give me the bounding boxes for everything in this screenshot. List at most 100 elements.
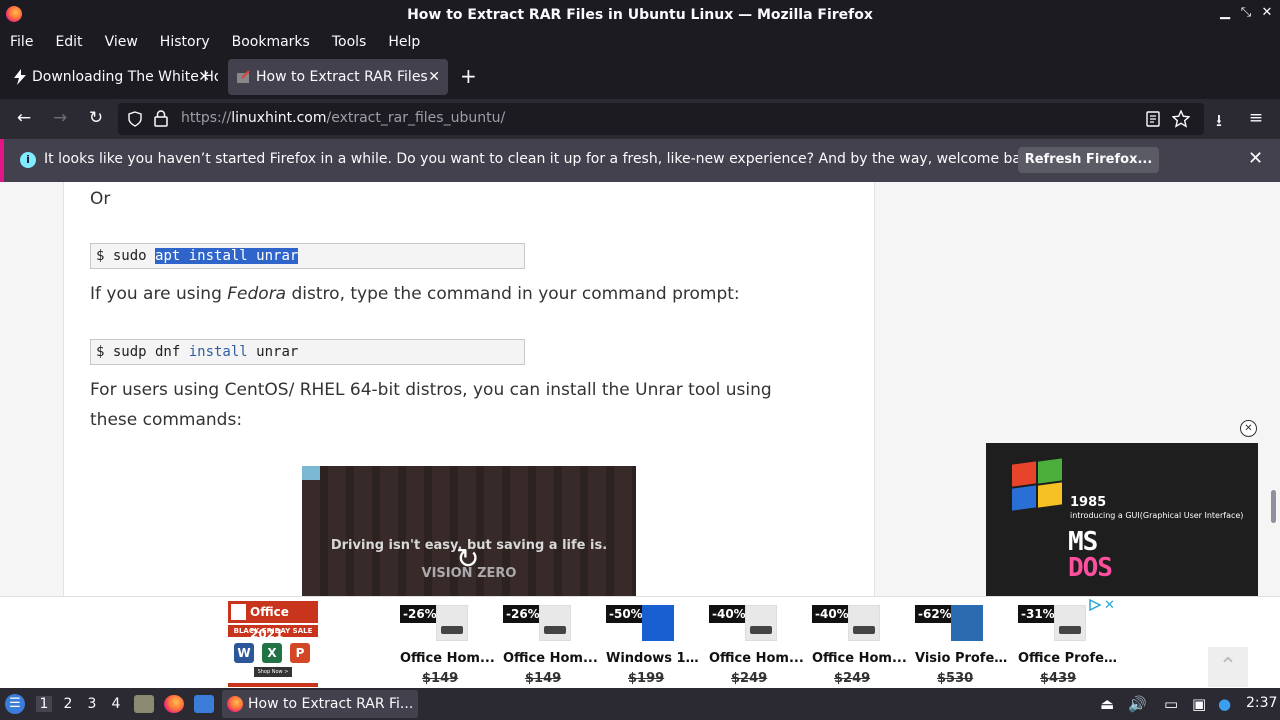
tab-downloading[interactable]: Downloading The White Ho ✕ <box>4 59 218 95</box>
product-tile[interactable]: -26% Office Hom... $149 <box>503 601 603 687</box>
ad-corner-badge <box>302 466 320 480</box>
scroll-to-top-button[interactable]: ⌃ <box>1208 647 1248 687</box>
product-tile[interactable]: -50% Windows 11... $199 <box>606 601 706 687</box>
tab-bar: Downloading The White Ho ✕ How to Extrac… <box>0 55 1280 99</box>
navigation-bar: ← → ↻ https://linuxhint.com/extract_rar_… <box>0 99 1280 139</box>
page-scrollbar-thumb[interactable] <box>1271 490 1276 523</box>
discount-badge: -50% <box>606 605 646 623</box>
start-menu-icon[interactable]: ☰ <box>5 694 25 714</box>
new-tab-icon[interactable]: + <box>460 64 477 88</box>
excel-icon: X <box>262 643 282 663</box>
menu-file[interactable]: File <box>10 34 33 50</box>
or-text: Or <box>90 189 111 209</box>
menu-view[interactable]: View <box>105 34 138 50</box>
eject-icon[interactable]: ⏏ <box>1100 695 1114 713</box>
tab-extract-rar[interactable]: How to Extract RAR Files ✕ <box>228 59 448 95</box>
url-bar[interactable]: https://linuxhint.com/extract_rar_files_… <box>118 103 1204 135</box>
url-text[interactable]: https://linuxhint.com/extract_rar_files_… <box>181 110 505 126</box>
tab-label: Downloading The White Ho <box>32 69 218 85</box>
menu-help[interactable]: Help <box>388 34 420 50</box>
close-banner-icon[interactable]: ✕ <box>1104 598 1115 613</box>
menu-bar: File Edit View History Bookmarks Tools H… <box>0 29 1280 55</box>
adchoices-icon[interactable] <box>1088 599 1102 611</box>
office-2021-ad[interactable]: Office 2021 BLACK FRIDAY SALE W X P Shop… <box>228 601 318 687</box>
code-prompt: $ sudo <box>96 248 156 264</box>
product-tile[interactable]: -40% Office Hom... $249 <box>812 601 912 687</box>
product-price: $149 <box>525 671 562 686</box>
hamburger-menu-icon[interactable]: ≡ <box>1245 108 1267 128</box>
firefox-logo-icon <box>6 6 22 22</box>
taskbar-firefox-window[interactable]: How to Extract RAR Fi... <box>222 690 418 718</box>
product-name: Windows 11... <box>606 651 706 666</box>
windows-logo-icon <box>1012 458 1064 511</box>
bookmark-star-icon[interactable] <box>1172 110 1190 128</box>
close-tab-icon[interactable]: ✕ <box>198 69 210 85</box>
volume-icon[interactable]: 🔊 <box>1128 695 1147 713</box>
workspace-4[interactable]: 4 <box>108 696 124 712</box>
product-price: $249 <box>731 671 768 686</box>
reader-view-icon[interactable] <box>1146 111 1160 127</box>
forward-icon[interactable]: → <box>49 108 71 128</box>
product-image <box>848 605 880 641</box>
code-block-dnf[interactable]: $ sudp dnf install unrar <box>90 339 525 365</box>
msdos-logo: MS DOS <box>1068 527 1113 583</box>
office-logo-icon <box>231 604 246 620</box>
product-price: $439 <box>1040 671 1077 686</box>
close-window-icon[interactable]: ✕ <box>1258 5 1276 20</box>
file-manager-icon[interactable] <box>134 695 154 713</box>
product-name: Visio Profes... <box>915 651 1015 666</box>
shop-now-button[interactable]: Shop Now > <box>254 667 292 677</box>
replay-icon[interactable]: ↻ <box>456 542 479 575</box>
powerpoint-icon: P <box>290 643 310 663</box>
notification-tray-icon[interactable]: ● <box>1218 695 1231 713</box>
restore-icon[interactable]: ⤡ <box>1237 5 1255 20</box>
product-tile[interactable]: -31% Office Profe... $439 <box>1018 601 1118 687</box>
office-ad-header: Office 2021 <box>228 601 318 641</box>
close-notification-icon[interactable]: ✕ <box>1248 148 1263 169</box>
close-tab-icon[interactable]: ✕ <box>428 69 440 85</box>
video-ad[interactable]: Driving isn't easy, but saving a life is… <box>302 466 636 596</box>
site-favicon-icon <box>237 70 250 83</box>
lock-icon[interactable] <box>154 110 168 127</box>
menu-edit[interactable]: Edit <box>55 34 82 50</box>
reload-icon[interactable]: ↻ <box>85 108 107 128</box>
product-price: $249 <box>834 671 871 686</box>
bottom-banner-ad: Office 2021 BLACK FRIDAY SALE W X P Shop… <box>0 596 1280 688</box>
word-icon: W <box>234 643 254 663</box>
firefox-launcher-icon[interactable] <box>164 695 184 713</box>
fedora-paragraph: If you are using Fedora distro, type the… <box>90 284 740 304</box>
back-icon[interactable]: ← <box>13 108 35 128</box>
product-image <box>539 605 571 641</box>
downloads-icon[interactable]: ⭳ <box>1208 108 1230 137</box>
menu-tools[interactable]: Tools <box>332 34 367 50</box>
shield-icon[interactable] <box>127 111 143 127</box>
clipboard-icon[interactable]: ▭ <box>1164 695 1178 713</box>
refresh-firefox-button[interactable]: Refresh Firefox... <box>1018 147 1159 173</box>
side-video-ad[interactable]: 1985 introducing a GUI(Graphical User In… <box>986 443 1258 596</box>
workspace-2[interactable]: 2 <box>60 696 76 712</box>
workspace-1[interactable]: 1 <box>36 696 52 712</box>
product-name: Office Hom... <box>812 651 907 666</box>
code-block-apt[interactable]: $ sudo apt install unrar <box>90 243 525 269</box>
ad-intro: introducing a GUI(Graphical User Interfa… <box>1070 511 1244 520</box>
ad-red-strip <box>228 683 318 687</box>
workspace-3[interactable]: 3 <box>84 696 100 712</box>
notification-message: It looks like you haven’t started Firefo… <box>44 151 1043 167</box>
product-name: Office Hom... <box>503 651 598 666</box>
product-price: $199 <box>628 671 665 686</box>
window-titlebar: How to Extract RAR Files in Ubuntu Linux… <box>0 0 1280 29</box>
close-ad-icon[interactable]: ✕ <box>1240 420 1257 437</box>
terminal-icon[interactable] <box>194 695 214 713</box>
product-image <box>951 605 983 641</box>
menu-bookmarks[interactable]: Bookmarks <box>232 34 310 50</box>
product-tile[interactable]: -62% Visio Profes... $530 <box>915 601 1015 687</box>
tab-label: How to Extract RAR Files <box>256 69 428 85</box>
product-tile[interactable]: -40% Office Hom... $249 <box>709 601 809 687</box>
minimize-icon[interactable]: ▁ <box>1216 5 1234 20</box>
info-icon: i <box>20 152 36 168</box>
clock: 2:37 <box>1246 695 1278 711</box>
menu-history[interactable]: History <box>160 34 210 50</box>
network-icon[interactable]: ▣ <box>1192 695 1206 713</box>
product-tile[interactable]: -26% Office Hom... $149 <box>400 601 500 687</box>
product-name: Office Hom... <box>709 651 804 666</box>
